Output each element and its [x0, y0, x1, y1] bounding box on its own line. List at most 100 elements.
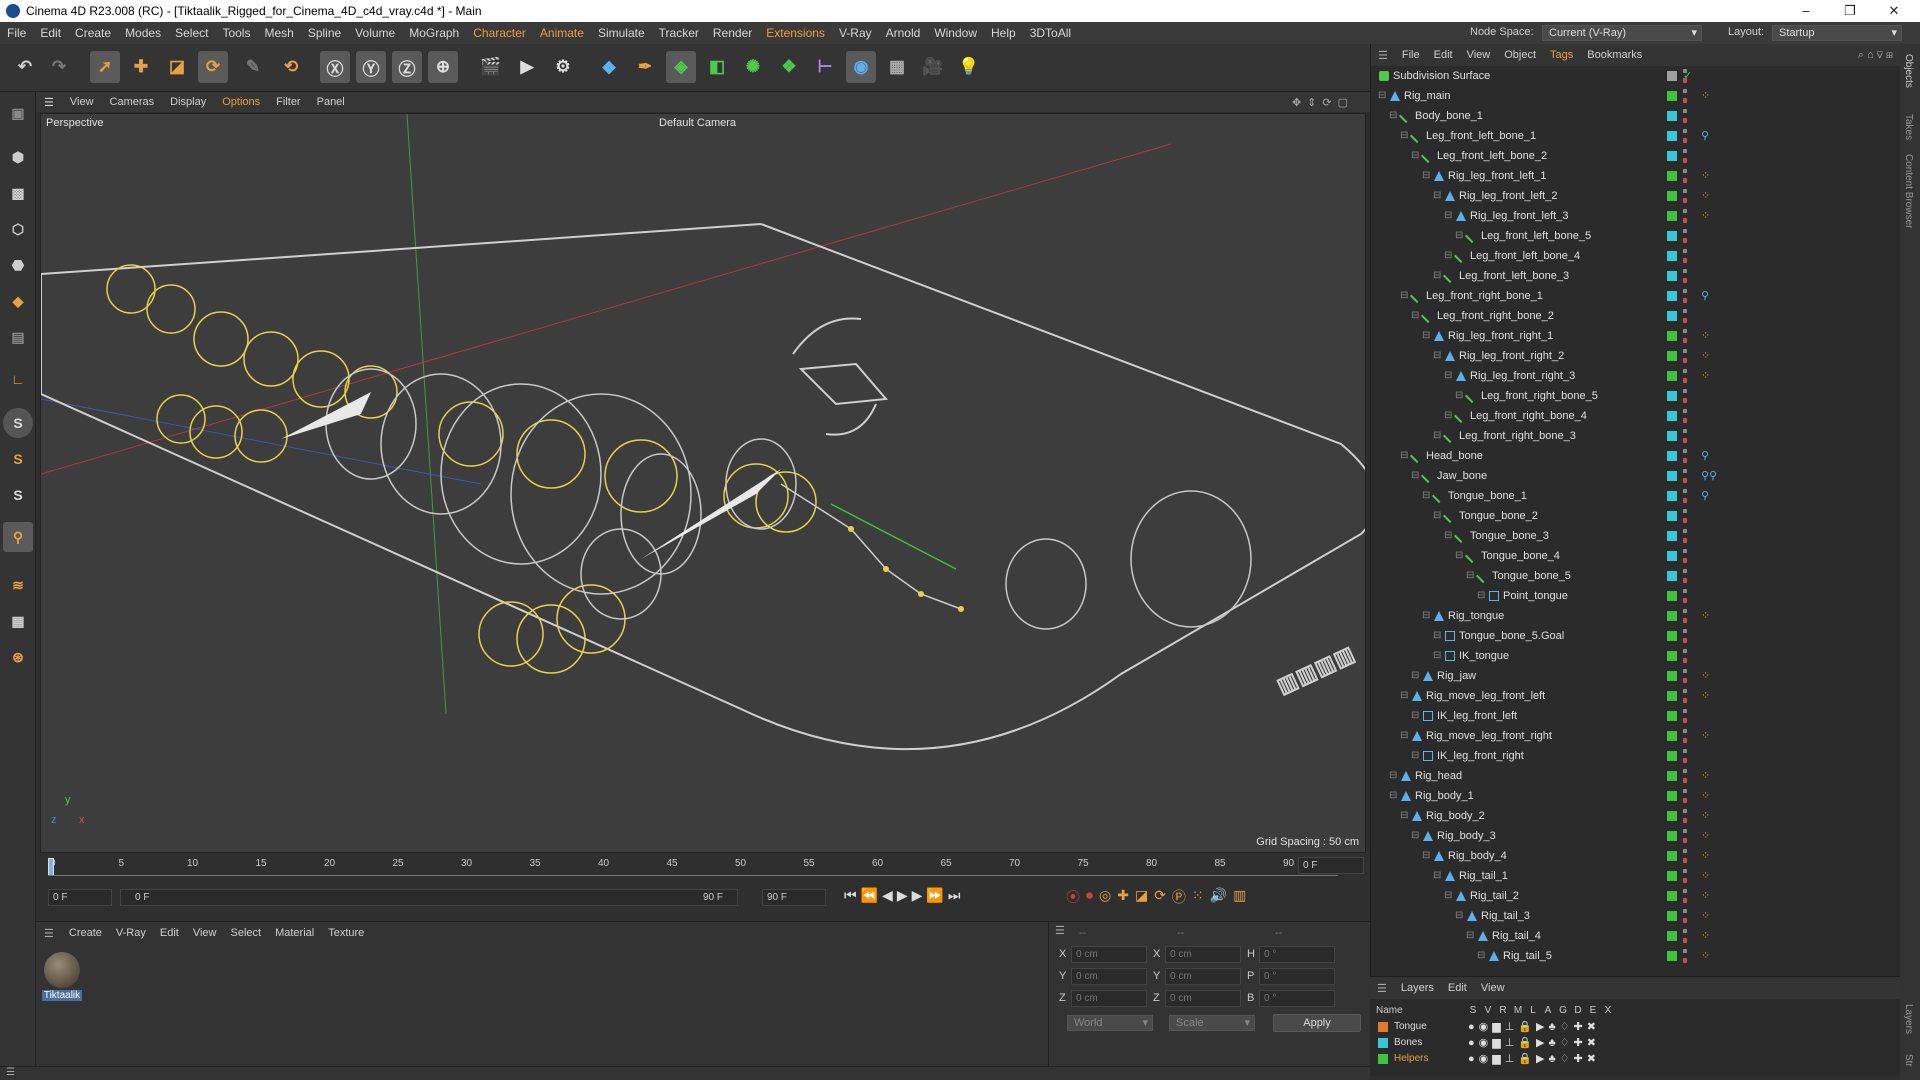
subdivision-surface-icon[interactable]: ◈ [666, 51, 696, 83]
expression-tag-icon[interactable]: ⁘ [1701, 806, 1710, 826]
tab-structure[interactable]: Str [1903, 1054, 1914, 1067]
expand-toggle-icon[interactable]: ⊟ [1466, 926, 1474, 946]
polygons-mode-icon[interactable]: ◆ [3, 286, 33, 316]
expression-tag-icon[interactable]: ⁘ [1701, 346, 1710, 366]
layer-color-swatch[interactable] [1667, 651, 1677, 661]
expand-toggle-icon[interactable]: ⊟ [1411, 746, 1419, 766]
viewport-menu-filter[interactable]: Filter [268, 96, 308, 108]
visibility-toggle-icon[interactable] [1683, 529, 1687, 543]
layer-color-swatch[interactable] [1667, 611, 1677, 621]
rotation-key-icon[interactable]: ⟳ [1154, 887, 1166, 907]
coord-value-field[interactable]: 0 cm [1071, 946, 1147, 963]
current-frame-field[interactable]: 0 F [1298, 857, 1364, 874]
object-row[interactable]: ⊟ Rig_leg_front_left_3 ⁘ [1371, 206, 1901, 226]
object-row[interactable]: ⊟ Rig_main ⁘ [1371, 86, 1901, 106]
visibility-toggle-icon[interactable] [1683, 429, 1687, 443]
object-row[interactable]: Subdivision Surface ✓ [1371, 66, 1901, 86]
move-tool-icon[interactable]: ✚ [126, 51, 156, 83]
visibility-toggle-icon[interactable] [1683, 849, 1687, 863]
layer-color-swatch[interactable] [1378, 1022, 1388, 1032]
menu-animate[interactable]: Animate [533, 26, 591, 40]
expression-tag-icon[interactable]: ⁘ [1701, 926, 1710, 946]
expand-toggle-icon[interactable]: ⊟ [1411, 826, 1419, 846]
layer-color-swatch[interactable] [1667, 911, 1677, 921]
visibility-toggle-icon[interactable] [1683, 209, 1687, 223]
visibility-toggle-icon[interactable] [1683, 949, 1687, 963]
material-menu-edit[interactable]: Edit [153, 927, 186, 939]
tab-content-browser[interactable]: Content Browser [1903, 154, 1914, 228]
object-row[interactable]: ⊟ Rig_tail_4 ⁘ [1371, 926, 1901, 946]
layer-color-swatch[interactable] [1378, 1054, 1388, 1064]
scale-mode-dropdown[interactable]: Scale ▾ [1169, 1015, 1255, 1031]
expand-toggle-icon[interactable]: ⊟ [1444, 206, 1452, 226]
visibility-toggle-icon[interactable] [1683, 329, 1687, 343]
expand-toggle-icon[interactable]: ⊟ [1400, 286, 1408, 306]
next-key-icon[interactable]: ⏩ [926, 887, 943, 907]
object-row[interactable]: ⊟ Leg_front_right_bone_2 [1371, 306, 1901, 326]
object-row[interactable]: ⊟ Body_bone_1 [1371, 106, 1901, 126]
visibility-toggle-icon[interactable] [1683, 489, 1687, 503]
maximize-button[interactable]: ❐ [1828, 0, 1872, 22]
layer-color-swatch[interactable] [1667, 671, 1677, 681]
layer-column-header[interactable]: V [1483, 1005, 1493, 1016]
make-editable-icon[interactable]: ▣ [3, 98, 33, 128]
object-row[interactable]: ⊟ Rig_jaw ⁘ [1371, 666, 1901, 686]
object-row[interactable]: ⊟ Rig_tail_3 ⁘ [1371, 906, 1901, 926]
layer-column-header[interactable]: R [1498, 1005, 1508, 1016]
scale-key-icon[interactable]: ◪ [1135, 887, 1148, 907]
layer-color-swatch[interactable] [1667, 791, 1677, 801]
visibility-toggle-icon[interactable] [1683, 709, 1687, 723]
object-row[interactable]: ⊟ Rig_leg_front_left_1 ⁘ [1371, 166, 1901, 186]
x-axis-lock-icon[interactable]: Ⓧ [320, 51, 350, 83]
layer-color-swatch[interactable] [1667, 691, 1677, 701]
menu-character[interactable]: Character [466, 26, 533, 40]
edges-mode-icon[interactable]: ⬣ [3, 250, 33, 280]
recent-tools-icon[interactable]: ✎ [238, 51, 268, 83]
layer-color-swatch[interactable] [1667, 211, 1677, 221]
expression-tag-icon[interactable]: ⁘ [1701, 166, 1710, 186]
layer-color-swatch[interactable] [1667, 111, 1677, 121]
layer-column-header[interactable]: G [1558, 1005, 1568, 1016]
layer-color-swatch[interactable] [1667, 311, 1677, 321]
object-row[interactable]: ⊟ Rig_leg_front_left_2 ⁘ [1371, 186, 1901, 206]
tab-layers[interactable]: Layers [1903, 1004, 1914, 1034]
visibility-toggle-icon[interactable] [1683, 509, 1687, 523]
autokey-icon[interactable]: ⏺ [1086, 887, 1093, 907]
visibility-toggle-icon[interactable] [1683, 149, 1687, 163]
object-manager-search-icons[interactable]: ⌕ ⌂ ⊽ ⊞ [1851, 49, 1900, 62]
floor-icon[interactable]: ▦ [882, 51, 912, 83]
object-menu-file[interactable]: File [1395, 49, 1427, 61]
layer-color-swatch[interactable] [1667, 391, 1677, 401]
layer-color-swatch[interactable] [1667, 451, 1677, 461]
object-row[interactable]: ⊟ Rig_body_3 ⁘ [1371, 826, 1901, 846]
object-row[interactable]: ⊟ Tongue_bone_2 [1371, 506, 1901, 526]
layer-column-header[interactable]: X [1603, 1005, 1613, 1016]
deformer-icon[interactable]: ⊢ [810, 51, 840, 83]
start-frame-field[interactable]: 0 F [48, 889, 112, 906]
visibility-toggle-icon[interactable] [1683, 189, 1687, 203]
layer-menu-hamburger-icon[interactable]: ☰ [1370, 982, 1394, 995]
object-row[interactable]: ⊟ Rig_body_1 ⁘ [1371, 786, 1901, 806]
layer-row[interactable]: Helpers ●◉▆⊥🔒▶♣♢✚✖ [1370, 1051, 1900, 1067]
expand-toggle-icon[interactable]: ⊟ [1433, 626, 1441, 646]
material-menu-texture[interactable]: Texture [321, 927, 371, 939]
layer-color-swatch[interactable] [1667, 711, 1677, 721]
object-row[interactable]: ⊟ Leg_front_right_bone_4 [1371, 406, 1901, 426]
expand-toggle-icon[interactable]: ⊟ [1444, 246, 1452, 266]
layer-color-swatch[interactable] [1667, 511, 1677, 521]
object-row[interactable]: ⊟ Tongue_bone_3 [1371, 526, 1901, 546]
object-menu-edit[interactable]: Edit [1427, 49, 1460, 61]
expand-toggle-icon[interactable]: ⊟ [1444, 526, 1452, 546]
expression-tag-icon[interactable]: ⁘ [1701, 686, 1710, 706]
layer-color-swatch[interactable] [1667, 291, 1677, 301]
expand-toggle-icon[interactable]: ⊟ [1422, 326, 1430, 346]
visibility-toggle-icon[interactable] [1683, 729, 1687, 743]
previous-key-icon[interactable]: ⏪ [861, 887, 878, 907]
expand-toggle-icon[interactable]: ⊟ [1411, 666, 1419, 686]
layer-color-swatch[interactable] [1667, 751, 1677, 761]
layer-color-swatch[interactable] [1667, 931, 1677, 941]
expand-toggle-icon[interactable]: ⊟ [1433, 426, 1441, 446]
object-row[interactable]: ⊟ IK_leg_front_left [1371, 706, 1901, 726]
object-row[interactable]: ⊟ Leg_front_right_bone_3 [1371, 426, 1901, 446]
tab-takes[interactable]: Takes [1903, 114, 1914, 140]
